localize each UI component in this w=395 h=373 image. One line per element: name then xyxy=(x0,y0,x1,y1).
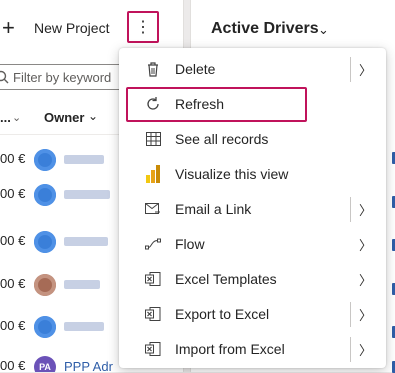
owner-name-redacted[interactable] xyxy=(64,280,100,289)
chevron-down-icon[interactable]: ⌄ xyxy=(12,111,21,124)
grid-icon xyxy=(145,131,161,147)
avatar xyxy=(34,274,56,296)
excel-import-icon xyxy=(145,341,161,357)
amount-cell: 00 € xyxy=(0,318,26,333)
view-selector-title[interactable]: Active Drivers xyxy=(211,20,319,38)
menu-item-excel-templates[interactable]: Excel Templates 〉 xyxy=(119,262,386,297)
chevron-right-icon[interactable]: 〉 xyxy=(359,60,372,79)
search-icon xyxy=(0,70,9,84)
menu-item-label: Import from Excel xyxy=(175,341,285,357)
menu-item-label: Email a Link xyxy=(175,201,252,217)
split-divider xyxy=(350,337,351,362)
owner-name-redacted[interactable] xyxy=(64,190,110,199)
email-link-icon xyxy=(145,201,161,217)
column-header-owner[interactable]: Owner xyxy=(44,110,84,125)
split-divider xyxy=(350,57,351,82)
menu-item-export-excel[interactable]: Export to Excel 〉 xyxy=(119,297,386,332)
menu-item-visualize[interactable]: Visualize this view xyxy=(119,157,386,192)
excel-export-icon xyxy=(145,306,161,322)
plus-icon[interactable]: + xyxy=(2,17,15,39)
owner-name-redacted[interactable] xyxy=(64,237,108,246)
new-project-button[interactable]: New Project xyxy=(34,20,109,36)
menu-item-label: Visualize this view xyxy=(175,166,289,182)
menu-item-flow[interactable]: Flow 〉 xyxy=(119,227,386,262)
avatar xyxy=(34,316,56,338)
menu-item-label: Flow xyxy=(175,236,205,252)
more-vertical-icon: ⋮ xyxy=(135,19,151,36)
menu-item-label: Excel Templates xyxy=(175,271,277,287)
menu-item-email-link[interactable]: Email a Link 〉 xyxy=(119,192,386,227)
chevron-right-icon[interactable]: 〉 xyxy=(359,235,372,254)
more-commands-menu: Delete 〉 Refresh See all records Visuali… xyxy=(119,48,386,368)
owner-name-redacted[interactable] xyxy=(64,155,104,164)
excel-icon xyxy=(145,271,161,287)
chart-icon xyxy=(145,165,161,183)
split-divider xyxy=(350,302,351,327)
menu-item-label: Delete xyxy=(175,61,216,77)
chevron-right-icon[interactable]: 〉 xyxy=(359,270,372,289)
chevron-right-icon[interactable]: 〉 xyxy=(359,305,372,324)
trash-icon xyxy=(145,61,161,77)
menu-item-delete[interactable]: Delete 〉 xyxy=(119,52,386,87)
amount-cell: 00 € xyxy=(0,151,26,166)
chevron-down-icon[interactable]: ⌄ xyxy=(88,109,98,123)
menu-item-label: Refresh xyxy=(175,96,225,112)
owner-name-redacted[interactable] xyxy=(64,322,104,331)
avatar xyxy=(34,149,56,171)
menu-item-label: See all records xyxy=(175,131,269,147)
split-divider xyxy=(350,197,351,222)
menu-item-label: Export to Excel xyxy=(175,306,270,322)
chevron-right-icon[interactable]: 〉 xyxy=(359,340,372,359)
chevron-right-icon[interactable]: 〉 xyxy=(359,200,372,219)
more-commands-button[interactable]: ⋮ xyxy=(127,11,159,43)
amount-cell: 00 € xyxy=(0,186,26,201)
flow-icon xyxy=(145,236,161,252)
amount-cell: 00 € xyxy=(0,276,26,291)
owner-link[interactable]: PPP Adr xyxy=(64,359,113,372)
amount-cell: 00 € xyxy=(0,233,26,248)
column-header-amount[interactable]: ... xyxy=(0,110,11,125)
avatar xyxy=(34,184,56,206)
menu-item-see-all-records[interactable]: See all records xyxy=(119,122,386,157)
avatar: PA xyxy=(34,356,56,372)
filter-placeholder: Filter by keyword xyxy=(13,70,112,85)
menu-item-refresh[interactable]: Refresh xyxy=(119,87,386,122)
amount-cell: 00 € xyxy=(0,358,26,372)
refresh-icon xyxy=(145,96,161,112)
avatar xyxy=(34,231,56,253)
chevron-down-icon[interactable]: ⌄ xyxy=(318,22,329,38)
menu-item-import-excel[interactable]: Import from Excel 〉 xyxy=(119,332,386,367)
